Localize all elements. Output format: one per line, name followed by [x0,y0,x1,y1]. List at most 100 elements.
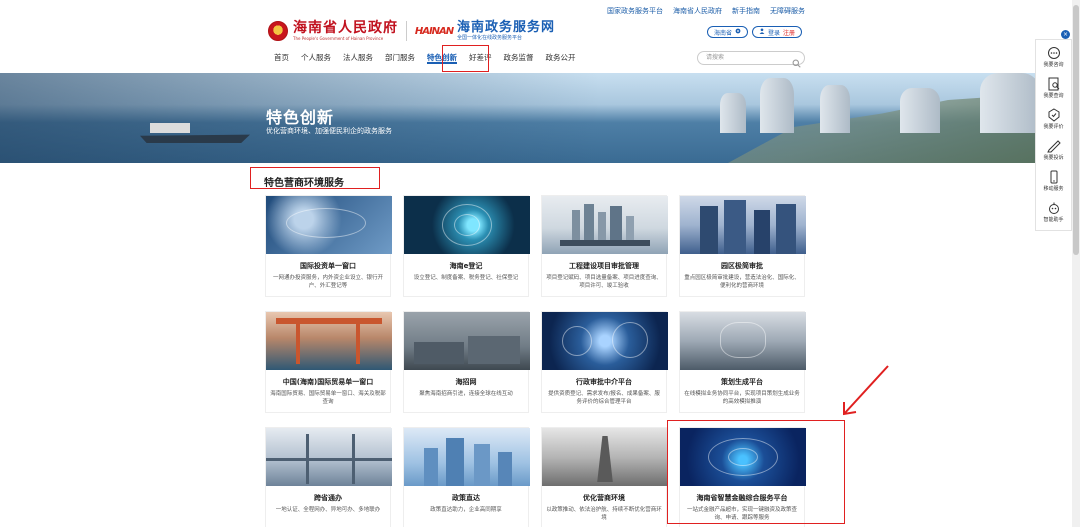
query-icon [1047,76,1061,91]
register-link[interactable]: 注册 [783,28,795,37]
logo-divider [406,21,407,41]
card-desc: 重点园区极简审批建设，营造法治化、国际化、便利化的营商环境 [684,275,800,289]
card-title: 行政审批中介平台 [576,378,632,386]
card-desc: 提供资质登记、需求发布/报名、成果备案、服务评价的综合管理平台 [548,391,660,405]
card-image [404,196,530,254]
service-name-sub: 全国一体化在线政务服务平台 [457,34,523,41]
card-title: 园区极简审批 [721,262,763,270]
toplink-provincial-gov[interactable]: 海南省人民政府 [673,6,722,16]
card-highlight-box [667,420,845,524]
toplink-accessibility[interactable]: 无障碍服务 [770,6,805,16]
card-desc: 以政策推动、依法治护航、持续不断优化营商环境 [546,507,662,521]
card-image [404,428,530,486]
card-desc: 一网通办投资服务，内外资企业设立、银行开户、外汇登记等 [272,275,383,289]
card-title: 跨省通办 [314,494,342,502]
card-title: 策划生成平台 [721,378,763,386]
card-title: 海南e登记 [449,262,483,270]
side-item-label: 我要评价 [1043,124,1064,130]
card-desc: 聚焦海南招商引进，连接全球在线互动 [419,391,513,397]
card-title: 海招网 [455,378,477,386]
service-card-business-environment[interactable]: 优化营商环境 以政策推动、依法治护航、持续不断优化营商环境 [541,427,668,527]
close-icon[interactable]: × [1061,30,1070,39]
site-logo[interactable]: 海南省人民政府 The People's Government of Haina… [268,18,555,44]
card-image [680,196,806,254]
card-desc: 项目登记赋码、项目选量备案、项目进度查询、项目许可、竣工验收 [546,275,662,289]
banner-building [720,93,746,133]
service-card-e-registration[interactable]: 海南e登记 设立登记、制度备案、税务登记、社保登记 [403,195,530,297]
service-card-intl-investment[interactable]: 国际投资单一窗口 一网通办投资服务，内外资企业设立、银行开户、外汇登记等 [265,195,392,297]
assistant-icon [1047,200,1061,214]
national-emblem-icon [268,21,288,41]
side-item-label: 移动服务 [1043,186,1064,192]
user-icon [759,28,765,36]
side-item-label: 我要咨询 [1043,62,1064,68]
toplink-national-platform[interactable]: 国家政务服务平台 [607,6,663,16]
card-image [266,428,392,486]
banner-ship-cabin [150,123,190,133]
card-title: 中国(海南)国际贸易单一窗口 [282,378,374,386]
side-item-label: 我要投诉 [1043,155,1064,161]
service-card-cross-province[interactable]: 跨省通办 一地认证、全程网办、异地可办、多地联办 [265,427,392,527]
login-link[interactable]: 登录 [768,28,780,37]
nav-personal[interactable]: 个人服务 [301,52,331,64]
card-title: 政策直达 [452,494,480,502]
main-nav: 首页 个人服务 法人服务 部门服务 特色创新 好差评 政务监督 政务公开 [274,52,588,64]
card-image [266,312,392,370]
region-selector[interactable]: 海南省 [707,26,749,38]
side-item-query[interactable]: 我要查询 [1035,73,1072,103]
card-desc: 设立登记、制度备案、税务登记、社保登记 [413,275,519,281]
search-input[interactable]: 请搜索 [697,51,805,65]
login-register[interactable]: 登录 注册 [752,26,803,38]
location-pin-icon [735,28,741,36]
nav-department[interactable]: 部门服务 [385,52,415,64]
service-name-cn: 海南政务服务网 [457,19,556,35]
card-image [680,312,806,370]
annotation-arrow-icon [836,360,896,420]
nav-home[interactable]: 首页 [274,52,289,64]
service-card-construction-approval[interactable]: 工程建设项目审批管理 项目登记赋码、项目选量备案、项目进度查询、项目许可、竣工验… [541,195,668,297]
banner-building [980,73,1040,133]
card-desc: 在线模拟业务协同平台，实现项目策划生成业务的高效模拟推演 [684,391,800,405]
service-card-investment-portal[interactable]: 海招网 聚焦海南招商引进，连接全球在线互动 [403,311,530,413]
card-desc: 一地认证、全程网办、异地可办、多地联办 [275,507,381,513]
nav-legal-entity[interactable]: 法人服务 [343,52,373,64]
card-title: 国际投资单一窗口 [300,262,356,270]
service-card-intl-trade-window[interactable]: 中国(海南)国际贸易单一窗口 海南国际贸易、国际贸易单一窗口、海关及税部查询 [265,311,392,413]
nav-supervision[interactable]: 政务监督 [504,52,534,64]
banner-title: 特色创新 [266,108,335,127]
side-item-complaint[interactable]: 我要投诉 [1035,135,1072,165]
card-title: 工程建设项目审批管理 [569,262,639,270]
side-item-rating[interactable]: 我要评价 [1035,104,1072,134]
side-item-consult[interactable]: 我要咨询 [1035,42,1072,72]
service-card-planning-platform[interactable]: 策划生成平台 在线模拟业务协同平台，实现项目策划生成业务的高效模拟推演 [679,311,806,413]
card-desc: 海南国际贸易、国际贸易单一窗口、海关及税部查询 [270,391,386,405]
side-item-label: 智能助手 [1043,217,1064,223]
side-item-mobile[interactable]: 移动服务 [1035,166,1072,196]
hero-banner [0,73,1080,163]
banner-building [900,88,940,133]
service-card-park-approval[interactable]: 园区极简审批 重点园区极简审批建设，营造法治化、国际化、便利化的营商环境 [679,195,806,297]
nav-highlight-box [442,45,489,72]
banner-subtitle: 优化营商环境、加强便民利企的政务服务 [266,127,392,135]
card-desc: 政策直达助力，企业高同期享 [430,507,502,513]
side-item-label: 我要查询 [1043,93,1064,99]
side-item-assistant[interactable]: 智能助手 [1035,197,1072,227]
scrollbar[interactable] [1072,0,1080,527]
gov-name: 海南省人民政府 The People's Government of Haina… [293,20,398,42]
card-image [404,312,530,370]
card-image [542,196,668,254]
scrollbar-thumb[interactable] [1073,5,1079,255]
service-card-policy-direct[interactable]: 政策直达 政策直达助力，企业高同期享 [403,427,530,527]
card-title: 优化营商环境 [583,494,625,502]
toplink-guide[interactable]: 新手指南 [732,6,760,16]
complaint-icon [1046,138,1061,153]
top-links: 国家政务服务平台 海南省人民政府 新手指南 无障碍服务 [607,6,805,16]
search-icon[interactable] [792,53,801,68]
banner-building [760,78,794,133]
section-highlight-box [250,167,380,189]
gov-name-en: The People's Government of Hainan Provin… [293,35,384,41]
nav-public-info[interactable]: 政务公开 [546,52,576,64]
service-card-intermediary-platform[interactable]: 行政审批中介平台 提供资质登记、需求发布/报名、成果备案、服务评价的综合管理平台 [541,311,668,413]
rating-icon [1047,107,1061,122]
service-name: 海南政务服务网 全国一体化在线政务服务平台 [457,19,556,42]
